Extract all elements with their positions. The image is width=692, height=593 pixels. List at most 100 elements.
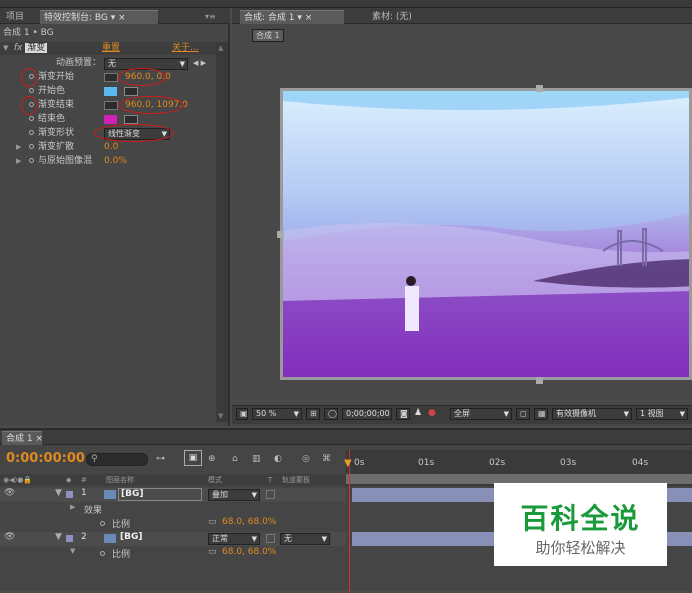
blend-mode-dropdown[interactable]: 正常 ▼ bbox=[208, 533, 260, 545]
expand-triangle-icon[interactable]: ▶ bbox=[16, 155, 24, 168]
prop-value[interactable]: 0.0% bbox=[104, 155, 127, 168]
transparency-grid-icon[interactable]: ▦ bbox=[534, 408, 548, 420]
grid-icon[interactable]: ⊞ bbox=[306, 408, 320, 420]
eye-icon[interactable]: 👁 bbox=[4, 532, 15, 542]
effect-name[interactable]: 渐变 bbox=[25, 43, 48, 53]
tab-composition[interactable]: 合成: 合成 1 ▾ × bbox=[240, 10, 344, 24]
shy-layers-icon[interactable]: ⊕ bbox=[208, 454, 216, 464]
eyedropper-icon[interactable] bbox=[124, 87, 138, 96]
playhead[interactable] bbox=[349, 450, 350, 593]
view-layout-dropdown[interactable]: 1 视图 ▼ bbox=[636, 408, 688, 420]
always-preview-icon[interactable]: ▣ bbox=[236, 408, 248, 420]
scale-property-row[interactable]: 比例 ▭ 68.0, 68.0% bbox=[0, 517, 346, 530]
mask-icon[interactable]: ◯ bbox=[324, 408, 338, 420]
annotation-circle bbox=[118, 68, 166, 86]
fx-icon[interactable]: fx bbox=[14, 43, 23, 53]
scale-property-row[interactable]: ▼ 比例 ▭ 68.0, 68.0% bbox=[0, 547, 346, 560]
prop-value[interactable]: 0.0 bbox=[104, 141, 118, 154]
playhead-marker-icon[interactable]: ▼ bbox=[344, 458, 352, 469]
frame-blending-icon[interactable]: ⌂ bbox=[232, 454, 238, 464]
stopwatch-icon[interactable] bbox=[29, 144, 34, 149]
tab-timeline[interactable]: 合成 1 × bbox=[2, 431, 43, 445]
stopwatch-icon[interactable] bbox=[29, 88, 34, 93]
blend-mode-dropdown[interactable]: 叠加 ▼ bbox=[208, 489, 260, 501]
scale-value[interactable]: 68.0, 68.0% bbox=[222, 547, 276, 557]
prop-blend-original: ▶ 与原始图像混 0.0% bbox=[0, 155, 218, 168]
crosshair-icon[interactable] bbox=[104, 101, 118, 110]
motion-blur-icon[interactable]: ▥ bbox=[252, 454, 261, 464]
comp-tab-button[interactable]: 合成 1 bbox=[252, 29, 284, 42]
preset-label: 动画预置： bbox=[56, 58, 102, 68]
expand-triangle-icon[interactable]: ▶ bbox=[16, 141, 24, 154]
stopwatch-icon[interactable] bbox=[29, 116, 34, 121]
stopwatch-icon[interactable] bbox=[29, 158, 34, 163]
link-icon[interactable]: ▭ bbox=[208, 517, 217, 527]
eyedropper-icon[interactable] bbox=[124, 115, 138, 124]
scale-value[interactable]: 68.0, 68.0% bbox=[222, 517, 276, 527]
layer-row[interactable]: 👁 ▼ 2 [BG] 正常 ▼ 无 ▼ bbox=[0, 532, 346, 546]
blend-mode-value: 正常 bbox=[212, 534, 228, 543]
expand-triangle-icon[interactable]: ▼ bbox=[55, 532, 62, 542]
tab-project[interactable]: 项目 bbox=[2, 10, 28, 24]
frame-handle[interactable] bbox=[536, 85, 543, 92]
scrollbar[interactable]: ▲ ▼ bbox=[216, 42, 228, 422]
search-input[interactable]: ⚲ bbox=[86, 453, 148, 466]
comp-mini-flowchart-icon[interactable]: ⊶ bbox=[156, 454, 165, 464]
track-matte-dropdown[interactable]: 无 ▼ bbox=[280, 533, 330, 545]
preset-nav-icon[interactable]: ◀ ▶ bbox=[193, 57, 206, 70]
auto-keyframe-icon[interactable]: ⌘ bbox=[322, 454, 331, 464]
time-ruler[interactable]: 0s 01s 02s 03s 04s bbox=[346, 450, 692, 486]
prop-label: 渐变开始 bbox=[38, 72, 75, 82]
watermark-badge: 百科全说 助你轻松解决 bbox=[494, 483, 667, 566]
person-icon[interactable]: ♟ bbox=[414, 408, 422, 418]
expand-triangle-icon[interactable]: ▼ bbox=[70, 547, 75, 555]
timeline-timecode[interactable]: 0:00:00:00 bbox=[6, 451, 85, 466]
preserve-transparency-checkbox[interactable] bbox=[266, 534, 275, 543]
annotation-circle bbox=[94, 124, 174, 142]
viewer-timecode[interactable]: 0;00;00;00 bbox=[342, 408, 392, 420]
camera-dropdown[interactable]: 有效摄像机 ▼ bbox=[552, 408, 632, 420]
layer-name[interactable]: [BG] bbox=[118, 488, 202, 501]
stopwatch-icon[interactable] bbox=[29, 130, 34, 135]
annotation-circle bbox=[118, 96, 184, 114]
footage-icon bbox=[104, 490, 116, 499]
frame-handle[interactable] bbox=[536, 377, 543, 384]
color-channel-icon[interactable]: ● bbox=[428, 408, 436, 418]
composition-frame[interactable] bbox=[280, 88, 692, 380]
scale-label: 比例 bbox=[112, 520, 131, 530]
label-color-icon[interactable] bbox=[66, 535, 73, 542]
expand-triangle-icon[interactable]: ▼ bbox=[3, 42, 11, 55]
expand-triangle-icon[interactable]: ▼ bbox=[55, 488, 62, 498]
search-icon: ⚲ bbox=[91, 454, 98, 464]
draft-3d-icon[interactable]: ▣ bbox=[184, 450, 202, 466]
toolbar bbox=[0, 0, 692, 8]
eye-icon[interactable]: 👁 bbox=[4, 488, 15, 498]
stopwatch-icon[interactable] bbox=[100, 551, 105, 556]
tab-footage[interactable]: 素材: (无) bbox=[368, 10, 416, 24]
stopwatch-icon[interactable] bbox=[100, 521, 105, 526]
start-color-swatch[interactable] bbox=[104, 87, 117, 96]
prop-label: 结束色 bbox=[38, 114, 66, 124]
link-icon[interactable]: ▭ bbox=[208, 547, 217, 557]
reset-button[interactable]: 重置 bbox=[102, 42, 120, 55]
crosshair-icon[interactable] bbox=[104, 73, 118, 82]
graph-editor-icon[interactable]: ◎ bbox=[302, 454, 310, 464]
layer-row[interactable]: 👁 ▼ 1 [BG] 叠加 ▼ bbox=[0, 488, 346, 502]
label-color-icon[interactable] bbox=[66, 491, 73, 498]
annotation-circle bbox=[21, 96, 37, 115]
layer-name[interactable]: [BG] bbox=[120, 532, 142, 542]
about-button[interactable]: 关于... bbox=[172, 42, 199, 55]
frame-handle[interactable] bbox=[277, 231, 284, 238]
tab-effect-controls[interactable]: 特效控制台: BG ▾ × bbox=[40, 10, 158, 24]
effects-group-row[interactable]: ▶ 效果 bbox=[0, 503, 346, 516]
region-of-interest-icon[interactable]: ◻ bbox=[516, 408, 530, 420]
expand-triangle-icon[interactable]: ▶ bbox=[70, 503, 75, 511]
zoom-dropdown[interactable]: 50 % ▼ bbox=[252, 408, 302, 420]
panel-menu-icon[interactable]: ▾≡ bbox=[205, 12, 216, 21]
brainstorm-icon[interactable]: ◐ bbox=[274, 454, 282, 464]
camera-snapshot-icon[interactable]: ◙ bbox=[396, 408, 410, 420]
resolution-dropdown[interactable]: 全屏 ▼ bbox=[450, 408, 512, 420]
preserve-transparency-checkbox[interactable] bbox=[266, 490, 275, 499]
footage-icon bbox=[104, 534, 116, 543]
end-color-swatch[interactable] bbox=[104, 115, 117, 124]
